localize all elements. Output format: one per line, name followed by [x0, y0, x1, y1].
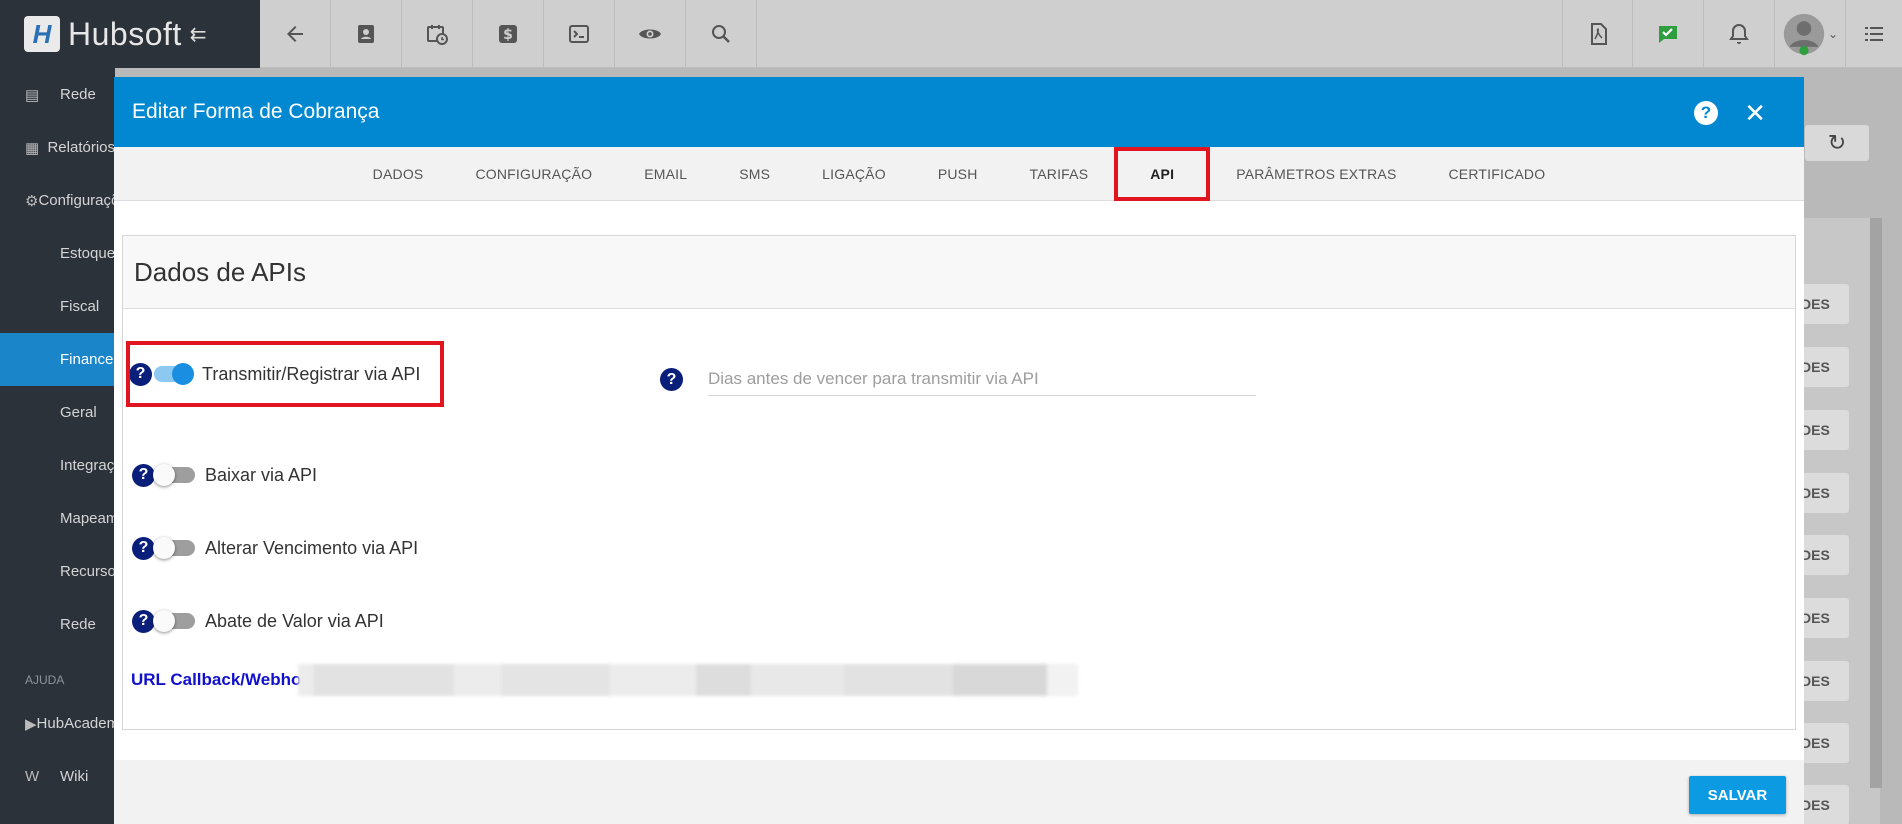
modal-title: Editar Forma de Cobrança	[132, 100, 380, 123]
tab-email[interactable]: EMAIL	[618, 147, 713, 201]
terminal-icon[interactable]	[544, 0, 615, 68]
tab-parametros-extras[interactable]: PARÂMETROS EXTRAS	[1210, 147, 1422, 201]
gear-icon: ⚙	[25, 192, 39, 210]
toggle-row-abate-valor: ? Abate de Valor via API	[132, 604, 384, 638]
sidebar-item-wiki[interactable]: W Wiki	[0, 750, 115, 803]
sidebar-item-label: Rede	[60, 616, 96, 633]
sidebar-item-label: Financeiro	[60, 351, 115, 368]
eye-icon[interactable]	[615, 0, 686, 68]
contact-card-icon[interactable]	[331, 0, 402, 68]
server-icon: ▤	[25, 86, 40, 104]
help-icon[interactable]: ?	[129, 362, 152, 386]
search-icon[interactable]	[686, 0, 757, 68]
hubsoft-logo-icon: H	[24, 16, 60, 52]
sidebar-item-label: Configurações	[38, 192, 115, 209]
toggle-row-alterar-vencimento: ? Alterar Vencimento via API	[132, 531, 418, 565]
top-bar: H Hubsoft ⇇ $ ⌄	[0, 0, 1902, 68]
pdf-icon[interactable]	[1562, 0, 1633, 68]
toggle-knob	[153, 610, 175, 632]
list-menu-icon[interactable]	[1846, 0, 1902, 68]
dollar-icon[interactable]: $	[473, 0, 544, 68]
tab-api[interactable]: API	[1114, 146, 1211, 201]
sidebar-item-label: Rede	[60, 86, 96, 103]
sidebar-item-rede[interactable]: ▤ Rede	[0, 68, 115, 121]
background-scrollbar[interactable]	[1870, 218, 1882, 788]
modal-footer: SALVAR	[114, 760, 1804, 824]
sidebar-item-relatorios[interactable]: ▦ Relatórios	[0, 121, 115, 174]
sidebar-item-estoque[interactable]: Estoque	[0, 227, 115, 280]
sidebar-item-configuracoes[interactable]: ⚙Configurações	[0, 174, 115, 227]
panel-header: Dados de APIs	[123, 236, 1795, 309]
tab-push[interactable]: PUSH	[912, 147, 1004, 201]
sidebar-item-mapeamento[interactable]: Mapeamento	[0, 492, 115, 545]
tab-bar: DADOS CONFIGURAÇÃO EMAIL SMS LIGAÇÃO PUS…	[114, 146, 1804, 201]
sidebar-item-financeiro[interactable]: Financeiro	[0, 333, 115, 386]
sidebar-item-label: HubAcademy	[36, 715, 115, 732]
toggle-row-transmitir: ? Transmitir/Registrar via API	[126, 341, 444, 407]
panel-title: Dados de APIs	[134, 256, 306, 287]
collapse-sidebar-icon[interactable]: ⇇	[190, 22, 207, 47]
save-button[interactable]: SALVAR	[1689, 776, 1786, 814]
toggle-knob	[153, 537, 175, 559]
help-icon[interactable]: ?	[132, 463, 155, 487]
sidebar-item-label: Estoque	[60, 245, 115, 262]
toggle-label: Transmitir/Registrar via API	[202, 363, 421, 384]
bell-icon[interactable]	[1704, 0, 1775, 68]
sidebar-item-label: Wiki	[60, 768, 89, 785]
toggle-baixar[interactable]	[153, 464, 195, 486]
sidebar-item-recursos[interactable]: Recursos	[0, 545, 115, 598]
toggle-label: Abate de Valor via API	[205, 610, 384, 631]
help-icon[interactable]: ?	[1694, 101, 1718, 125]
modal-body: Dados de APIs ? Transmitir/Registrar via…	[114, 201, 1804, 760]
toggle-transmitir-registrar[interactable]	[154, 363, 194, 385]
sidebar-item-rede-2[interactable]: Rede	[0, 598, 115, 651]
tab-dados[interactable]: DADOS	[347, 147, 450, 201]
toggle-alterar-vencimento[interactable]	[153, 537, 195, 559]
tab-configuracao[interactable]: CONFIGURAÇÃO	[449, 147, 618, 201]
sidebar-item-fiscal[interactable]: Fiscal	[0, 280, 115, 333]
dias-antes-vencer-input[interactable]	[708, 363, 1256, 396]
tab-sms[interactable]: SMS	[713, 147, 796, 201]
sidebar-item-label: Integrações	[60, 457, 115, 474]
sidebar-item-geral[interactable]: Geral	[0, 386, 115, 439]
check-message-icon[interactable]	[1633, 0, 1704, 68]
help-icon[interactable]: ?	[132, 609, 155, 633]
app-logo[interactable]: H Hubsoft ⇇	[0, 0, 260, 68]
sidebar-section-ajuda: AJUDA	[0, 651, 115, 697]
url-callback-value-blurred	[298, 664, 1078, 696]
modal-header: Editar Forma de Cobrança ? ✕	[114, 77, 1804, 147]
help-icon[interactable]: ?	[660, 368, 683, 391]
api-data-panel: Dados de APIs ? Transmitir/Registrar via…	[122, 235, 1796, 730]
toggle-abate-valor[interactable]	[153, 610, 195, 632]
toggle-row-baixar: ? Baixar via API	[132, 458, 317, 492]
sidebar-item-label: Fiscal	[60, 298, 100, 315]
back-arrow-icon[interactable]	[260, 0, 331, 68]
wikipedia-icon: W	[25, 768, 40, 785]
sidebar-item-label: Geral	[60, 404, 97, 421]
help-icon[interactable]: ?	[132, 536, 155, 560]
toggle-label: Alterar Vencimento via API	[205, 537, 419, 558]
tab-tarifas[interactable]: TARIFAS	[1004, 147, 1115, 201]
close-icon[interactable]: ✕	[1744, 95, 1766, 131]
sidebar-item-label: Recursos	[60, 563, 115, 580]
sidebar-item-label: Relatórios	[47, 139, 115, 156]
sidebar-item-label: Mapeamento	[60, 510, 115, 527]
edit-payment-method-modal: Editar Forma de Cobrança ? ✕ DADOS CONFI…	[114, 77, 1804, 824]
document-icon: ▦	[25, 139, 40, 157]
user-avatar-icon[interactable]: ⌄	[1775, 0, 1846, 68]
dias-field-group: ?	[660, 363, 1256, 396]
sidebar-item-integracoes[interactable]: Integrações	[0, 439, 115, 492]
sidebar-item-hubacademy[interactable]: ▶HubAcademy	[0, 697, 115, 750]
toggle-knob	[153, 464, 175, 486]
toggle-label: Baixar via API	[205, 464, 318, 485]
app-name: Hubsoft	[68, 15, 182, 52]
tab-certificado[interactable]: CERTIFICADO	[1422, 147, 1571, 201]
svg-text:$: $	[503, 27, 513, 43]
youtube-icon: ▶	[25, 715, 37, 733]
refresh-icon[interactable]: ↻	[1805, 125, 1869, 161]
calendar-clock-icon[interactable]	[402, 0, 473, 68]
tab-ligacao[interactable]: LIGAÇÃO	[796, 147, 912, 201]
sidebar: ▤ Rede ▦ Relatórios ⚙Configurações Estoque…	[0, 68, 115, 824]
toggle-knob	[172, 363, 194, 385]
